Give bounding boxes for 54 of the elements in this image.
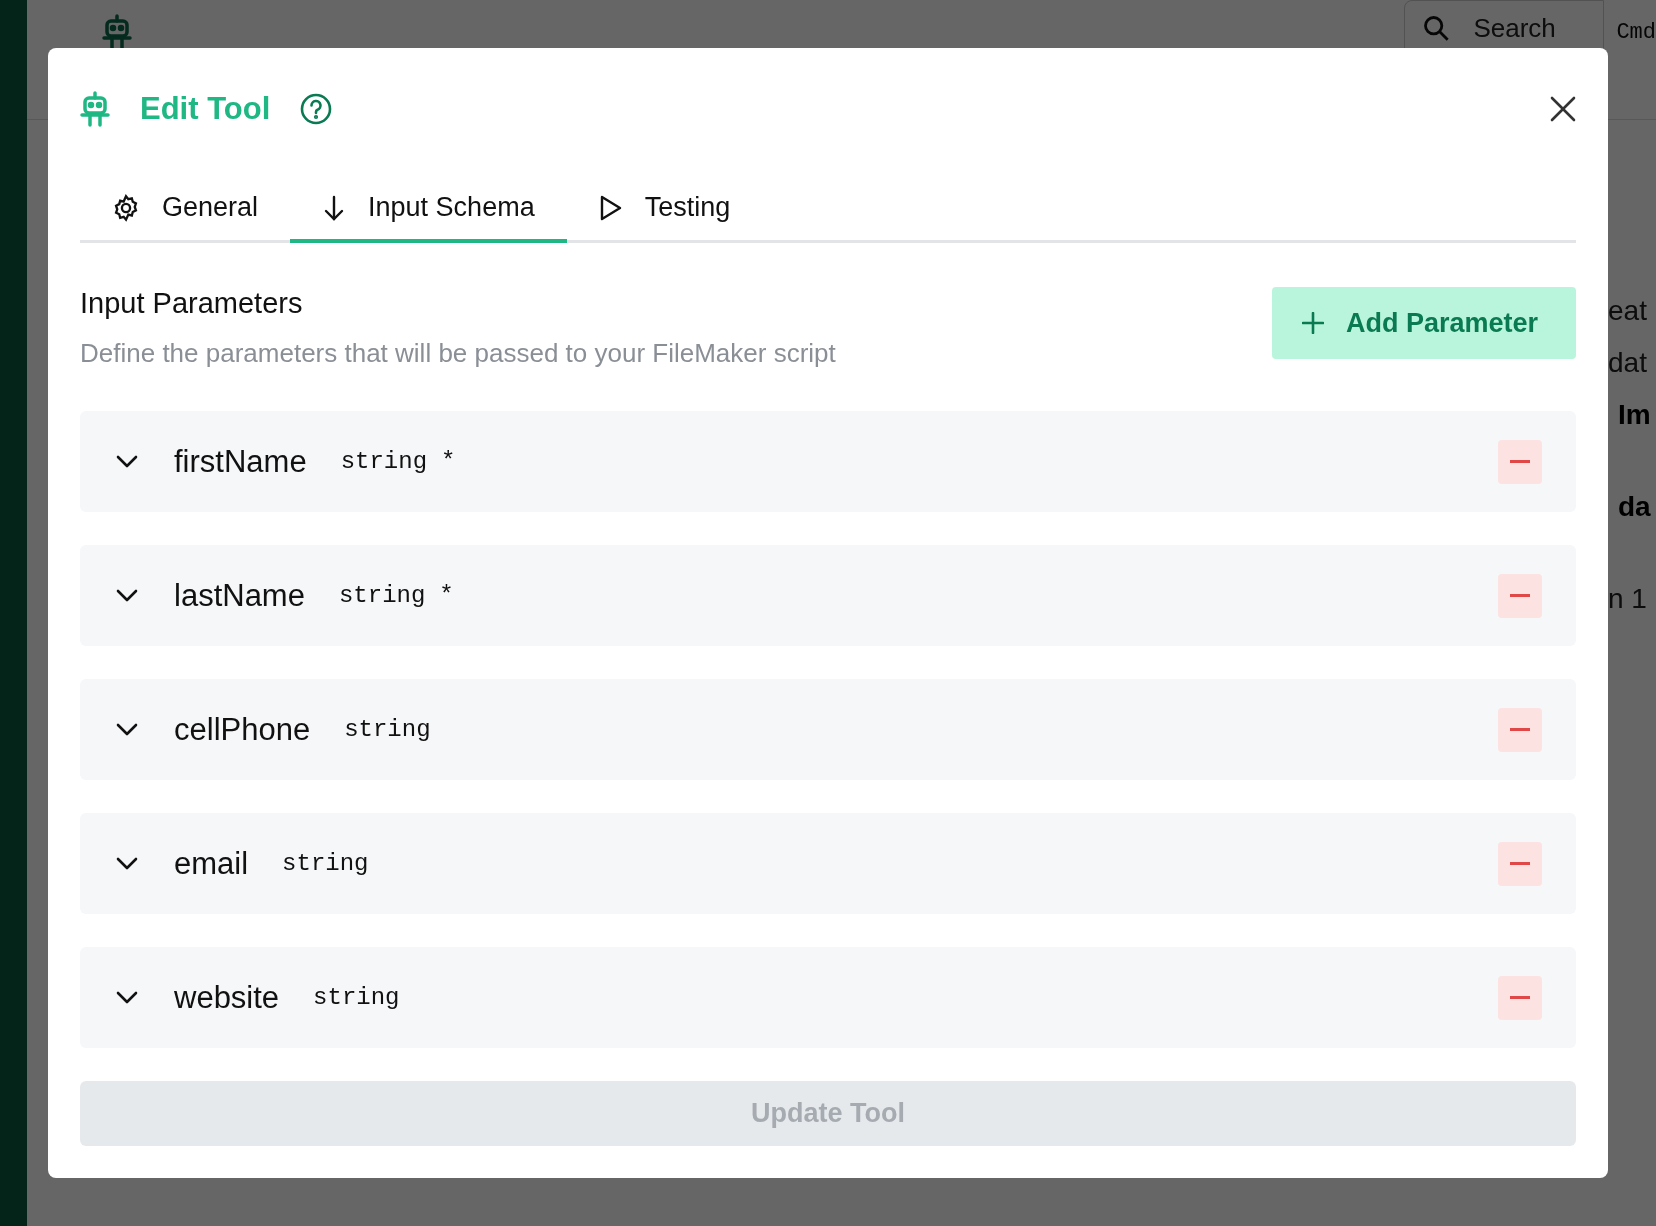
minus-icon [1510, 460, 1530, 463]
background-text: eat [1608, 295, 1648, 328]
minus-icon [1510, 996, 1530, 999]
dialog-title: Edit Tool [140, 91, 271, 127]
tab[interactable]: General [80, 192, 291, 243]
parameter-type: string [344, 716, 431, 743]
parameter-type: string [338, 582, 426, 609]
help-icon[interactable] [300, 93, 333, 125]
minus-icon [1510, 594, 1530, 597]
remove-button[interactable] [1498, 573, 1542, 618]
expand-button[interactable] [116, 454, 138, 469]
plus-icon [1301, 312, 1324, 334]
close-icon [1550, 96, 1576, 122]
remove-button[interactable] [1498, 841, 1542, 886]
chevron-down-icon [116, 990, 138, 1005]
parameter-name: firstName [174, 443, 307, 480]
robot-icon [102, 14, 132, 50]
background-text: dat [1608, 347, 1648, 380]
robot-icon [80, 91, 110, 127]
expand-button[interactable] [116, 990, 138, 1005]
tab[interactable]: Input Schema [290, 192, 567, 243]
parameter-name: lastName [174, 577, 305, 614]
chevron-down-icon [116, 856, 138, 871]
parameter-type: string [313, 984, 400, 1011]
required-mark: * [441, 448, 456, 475]
parameter-name: email [174, 845, 249, 882]
expand-button[interactable] [116, 856, 138, 871]
search-icon [1422, 14, 1451, 42]
remove-button[interactable] [1498, 439, 1542, 484]
add-parameter-button[interactable]: Add Parameter [1271, 287, 1576, 359]
minus-icon [1510, 728, 1530, 731]
parameter-name: cellPhone [174, 711, 311, 748]
parameter-type: string [340, 448, 428, 475]
background-text: da [1618, 491, 1652, 524]
tab[interactable]: Testing [566, 192, 763, 243]
section-description: Define the parameters that will be passed to your FileMaker script [80, 338, 836, 369]
background-text: Im [1618, 399, 1652, 432]
background-text: n 1 [1608, 583, 1648, 616]
remove-button[interactable] [1498, 707, 1542, 752]
expand-button[interactable] [116, 588, 138, 603]
chevron-down-icon [116, 722, 138, 737]
remove-button[interactable] [1498, 975, 1542, 1020]
required-mark: * [439, 582, 454, 609]
parameter-type: string [282, 850, 369, 877]
chevron-down-icon [116, 588, 138, 603]
chevron-down-icon [116, 454, 138, 469]
expand-button[interactable] [116, 722, 138, 737]
section-title: Input Parameters [80, 287, 304, 320]
minus-icon [1510, 862, 1530, 865]
shortcut-key: Cmd [1616, 19, 1656, 45]
close-button[interactable] [1550, 96, 1576, 122]
parameter-name: website [174, 979, 280, 1016]
play-icon [598, 193, 623, 222]
gear-icon [112, 193, 140, 222]
